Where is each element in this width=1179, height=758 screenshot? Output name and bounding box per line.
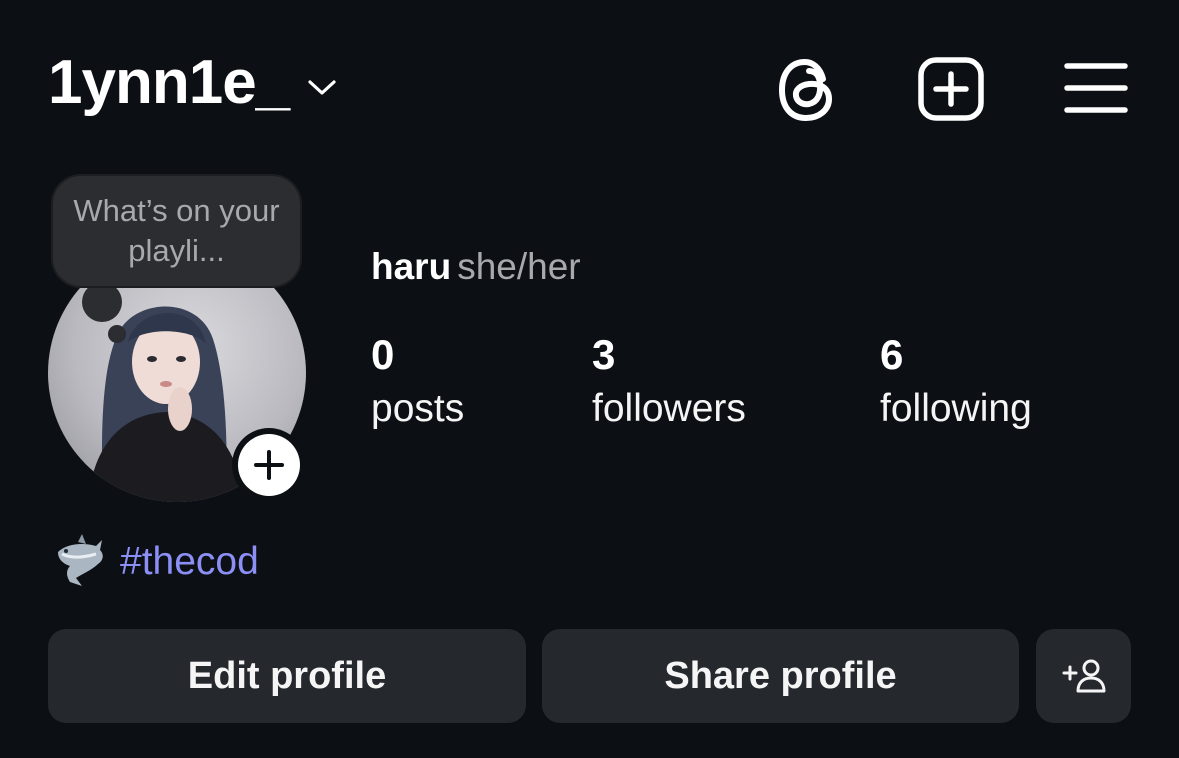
- chevron-down-icon: [308, 80, 336, 95]
- share-profile-button[interactable]: Share profile: [542, 629, 1019, 723]
- bio-hashtag-link[interactable]: #thecod: [120, 534, 259, 590]
- note-bubble-tail-small: [108, 325, 126, 343]
- followers-stat[interactable]: 3 followers: [592, 332, 746, 434]
- following-count: 6: [880, 331, 904, 378]
- following-label: following: [880, 387, 1032, 430]
- profile-page: 1ynn1e_ What’s on your playli... haru sh…: [0, 0, 1179, 758]
- pronouns: she/her: [457, 246, 581, 287]
- bio: #thecod: [52, 534, 259, 590]
- display-name: haru: [371, 246, 452, 287]
- create-icon[interactable]: [917, 57, 985, 121]
- following-stat[interactable]: 6 following: [880, 332, 1032, 434]
- posts-stat: 0 posts: [371, 332, 464, 434]
- add-person-icon: [1062, 659, 1105, 693]
- name-line: haru she/her: [371, 246, 581, 288]
- username: 1ynn1e_: [48, 48, 290, 117]
- menu-icon[interactable]: [1064, 62, 1128, 114]
- discover-people-button[interactable]: [1036, 629, 1131, 723]
- followers-count: 3: [592, 331, 616, 378]
- plus-icon: [254, 450, 284, 480]
- note-bubble[interactable]: What’s on your playli...: [53, 176, 300, 286]
- shark-icon: [58, 534, 103, 586]
- add-story-button[interactable]: [232, 428, 306, 502]
- note-text: What’s on your playli...: [73, 193, 280, 268]
- account-switcher[interactable]: 1ynn1e_: [48, 52, 337, 114]
- note-bubble-tail: [82, 282, 122, 322]
- threads-icon[interactable]: [776, 57, 838, 123]
- edit-profile-button[interactable]: Edit profile: [48, 629, 526, 723]
- posts-count: 0: [371, 331, 395, 378]
- followers-label: followers: [592, 387, 746, 430]
- add-story-circle: [238, 434, 300, 496]
- posts-label: posts: [371, 387, 465, 430]
